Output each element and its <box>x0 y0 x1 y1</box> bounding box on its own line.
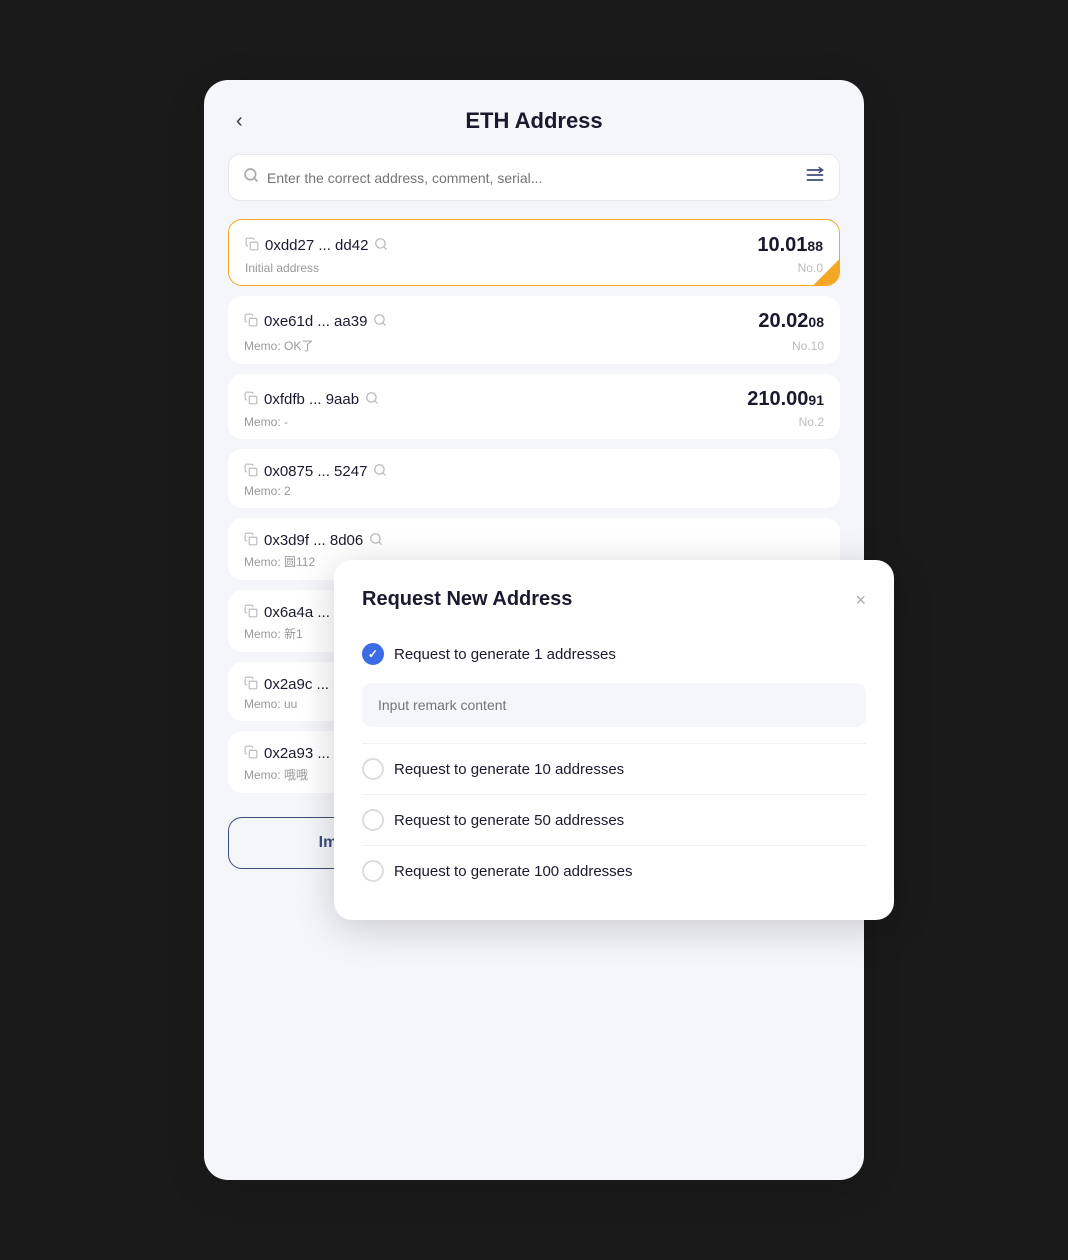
radio-option-1[interactable]: Request to generate 10 addresses <box>362 748 866 790</box>
radio-circle-1 <box>362 758 384 780</box>
address-text-4: 0x3d9f ... 8d06 <box>264 532 363 549</box>
radio-option-0[interactable]: ✓ Request to generate 1 addresses <box>362 633 866 675</box>
search-addr-icon-3[interactable] <box>373 463 387 480</box>
filter-icon[interactable] <box>805 165 825 190</box>
search-addr-icon-4[interactable] <box>369 532 383 549</box>
copy-icon-5[interactable] <box>244 604 258 621</box>
modal-title: Request New Address <box>362 588 572 611</box>
radio-circle-3 <box>362 860 384 882</box>
back-button[interactable]: ‹ <box>228 106 251 137</box>
memo-6: Memo: uu <box>244 697 297 711</box>
header: ‹ ETH Address <box>228 108 840 134</box>
copy-icon-0[interactable] <box>245 237 259 254</box>
copy-icon-1[interactable] <box>244 313 258 330</box>
active-badge-0 <box>803 249 839 285</box>
memo-5: Memo: 新1 <box>244 625 303 642</box>
amount-2: 210.0091 <box>747 388 824 411</box>
modal-header: Request New Address × <box>362 588 866 611</box>
divider-3 <box>362 845 866 846</box>
radio-label-3: Request to generate 100 addresses <box>394 863 633 880</box>
remark-input[interactable] <box>362 683 866 727</box>
radio-option-2[interactable]: Request to generate 50 addresses <box>362 799 866 841</box>
memo-4: Memo: 圆112 <box>244 553 315 570</box>
copy-icon-7[interactable] <box>244 745 258 762</box>
address-text-0: 0xdd27 ... dd42 <box>265 237 368 254</box>
address-item-1[interactable]: 0xe61d ... aa39 20.0208 Memo: OK了 No.10 <box>228 296 840 364</box>
memo-7: Memo: 哦哦 <box>244 766 308 783</box>
memo-1: Memo: OK了 <box>244 337 313 354</box>
address-text-2: 0xfdfb ... 9aab <box>264 391 359 408</box>
radio-label-0: Request to generate 1 addresses <box>394 646 616 663</box>
modal-close-button[interactable]: × <box>855 591 866 609</box>
search-addr-icon-0[interactable] <box>374 237 388 254</box>
radio-circle-0: ✓ <box>362 643 384 665</box>
radio-label-2: Request to generate 50 addresses <box>394 812 624 829</box>
radio-option-3[interactable]: Request to generate 100 addresses <box>362 850 866 892</box>
memo-2: Memo: - <box>244 415 288 429</box>
copy-icon-3[interactable] <box>244 463 258 480</box>
memo-3: Memo: 2 <box>244 484 291 498</box>
address-text-1: 0xe61d ... aa39 <box>264 313 367 330</box>
main-card: ‹ ETH Address <box>204 80 864 1180</box>
search-input[interactable] <box>267 170 797 186</box>
search-bar <box>228 154 840 201</box>
search-addr-icon-2[interactable] <box>365 391 379 408</box>
search-addr-icon-1[interactable] <box>373 313 387 330</box>
radio-label-1: Request to generate 10 addresses <box>394 761 624 778</box>
radio-circle-2 <box>362 809 384 831</box>
address-item-0[interactable]: 0xdd27 ... dd42 10.0188 Initial address … <box>228 219 840 286</box>
memo-0: Initial address <box>245 261 319 275</box>
serial-1: No.10 <box>792 339 824 353</box>
search-icon <box>243 167 259 188</box>
address-item-3[interactable]: 0x0875 ... 5247 Memo: 2 <box>228 449 840 508</box>
divider-2 <box>362 794 866 795</box>
amount-1: 20.0208 <box>758 310 824 333</box>
divider-1 <box>362 743 866 744</box>
serial-2: No.2 <box>799 415 824 429</box>
page-title: ETH Address <box>465 108 602 134</box>
address-item-2[interactable]: 0xfdfb ... 9aab 210.0091 Memo: - No.2 <box>228 374 840 439</box>
copy-icon-4[interactable] <box>244 532 258 549</box>
copy-icon-2[interactable] <box>244 391 258 408</box>
address-text-3: 0x0875 ... 5247 <box>264 463 367 480</box>
request-modal: Request New Address × ✓ Request to gener… <box>334 560 894 920</box>
copy-icon-6[interactable] <box>244 676 258 693</box>
